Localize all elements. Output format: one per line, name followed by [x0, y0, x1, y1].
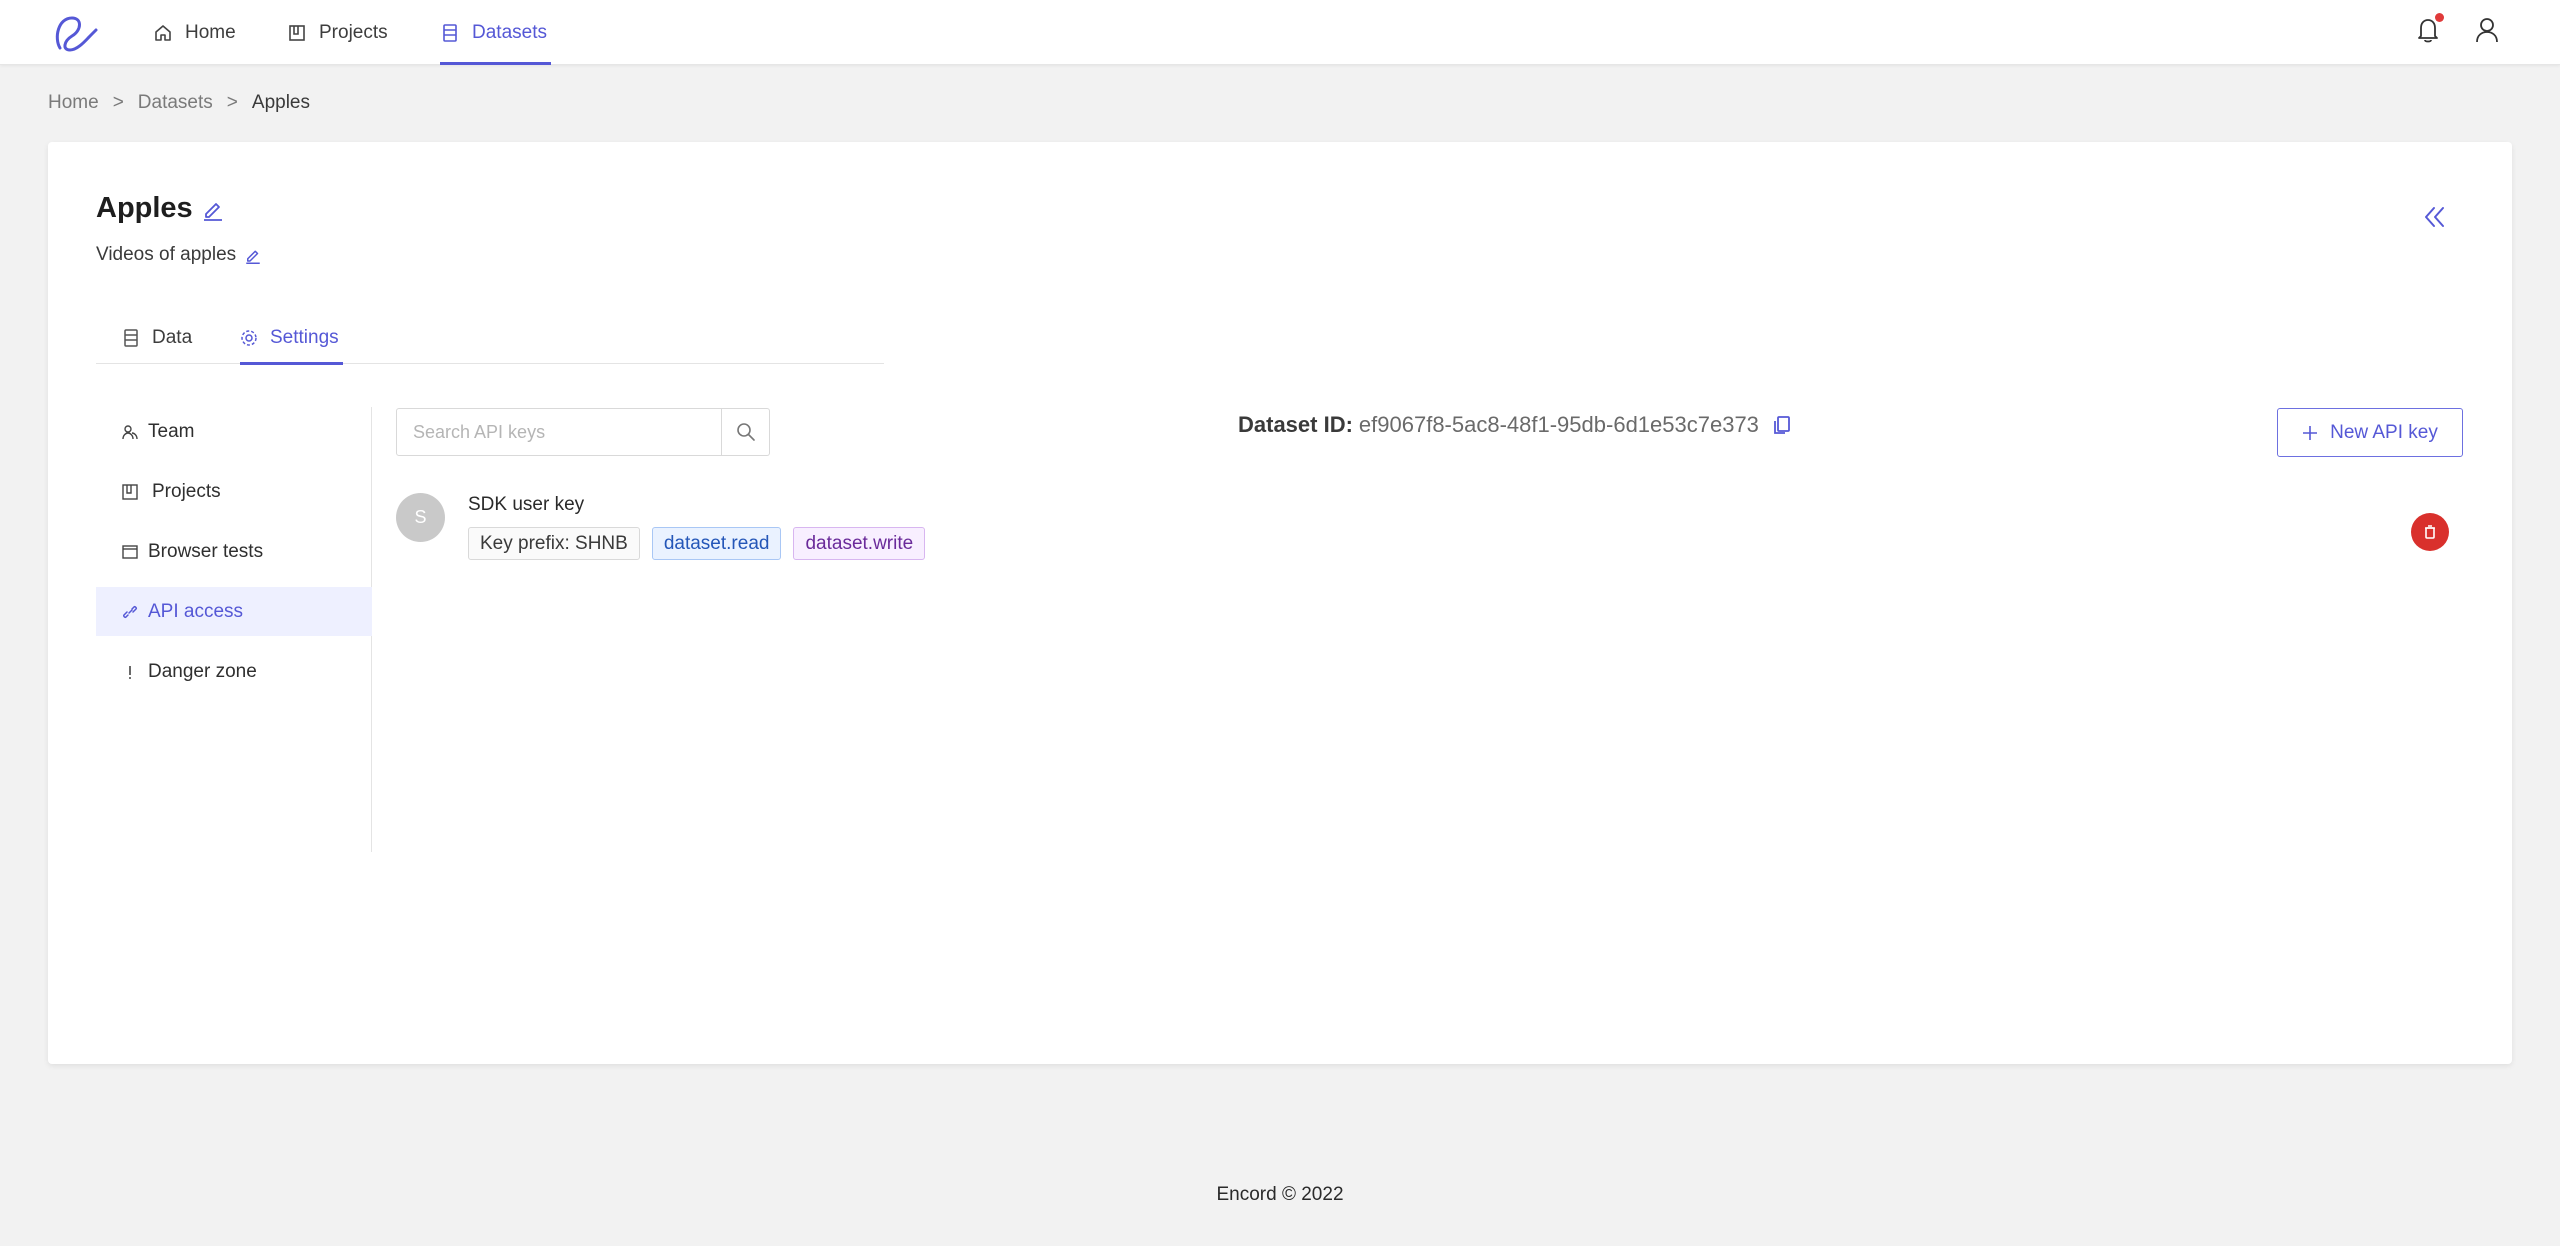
footer: Encord © 2022: [0, 1184, 2560, 1206]
footer-text: Encord © 2022: [1216, 1184, 1344, 1205]
nav-datasets[interactable]: Datasets: [440, 0, 551, 65]
side-item-label: Projects: [152, 480, 221, 502]
dataset-description: Videos of apples: [96, 244, 262, 266]
link-icon: [123, 605, 137, 618]
avatar: S: [396, 493, 445, 542]
top-navbar: Home Projects Datasets: [0, 0, 2560, 65]
edit-description-icon[interactable]: [244, 246, 262, 264]
settings-side-menu: Team Projects Browser tests API access D…: [96, 407, 372, 852]
search-input[interactable]: [396, 408, 722, 456]
tab-settings-label: Settings: [270, 327, 339, 348]
side-item-label: Team: [148, 420, 195, 442]
breadcrumb-separator: >: [112, 92, 124, 113]
nav-projects[interactable]: Projects: [287, 0, 388, 65]
projects-icon: [289, 24, 305, 41]
search-icon: [736, 423, 755, 441]
search-button[interactable]: [722, 408, 770, 456]
dataset-title-text: Apples: [96, 192, 193, 224]
api-key-name: SDK user key: [468, 494, 585, 515]
new-api-key-button[interactable]: New API key: [2277, 408, 2463, 457]
dataset-description-text: Videos of apples: [96, 244, 237, 265]
notification-dot: [2435, 13, 2444, 22]
api-key-search: [396, 408, 770, 456]
tab-data[interactable]: Data: [122, 312, 192, 364]
edit-title-icon[interactable]: [201, 197, 225, 221]
delete-api-key-button[interactable]: [2411, 513, 2449, 551]
encord-logo[interactable]: [52, 10, 102, 56]
dataset-id-label: Dataset ID:: [1238, 412, 1353, 437]
scope-tag-read: dataset.read: [651, 527, 782, 560]
exclamation-icon: [129, 665, 131, 679]
datasets-icon: [443, 23, 457, 42]
trash-icon: [2425, 525, 2435, 539]
breadcrumb-datasets[interactable]: Datasets: [138, 92, 213, 114]
collapse-panel-icon[interactable]: [2422, 204, 2448, 230]
side-item-projects[interactable]: Projects: [96, 467, 372, 516]
nav-home-label: Home: [185, 21, 236, 43]
breadcrumb-current: Apples: [251, 92, 310, 113]
tab-settings[interactable]: Settings: [240, 312, 343, 365]
dataset-title: Apples: [96, 192, 225, 225]
copy-icon[interactable]: [1771, 414, 1793, 436]
team-icon: [122, 424, 138, 439]
dataset-id: Dataset ID: ef9067f8-5ac8-48f1-95db-6d1e…: [1238, 412, 1793, 438]
breadcrumb-home[interactable]: Home: [48, 92, 99, 114]
plus-icon: [2303, 425, 2318, 440]
side-item-api-access[interactable]: API access: [96, 587, 372, 636]
data-icon: [124, 329, 138, 347]
side-item-danger-zone[interactable]: Danger zone: [96, 647, 372, 696]
breadcrumb-separator: >: [226, 92, 238, 113]
dataset-card: Apples Videos of apples Data Settings Te…: [48, 142, 2512, 1064]
browser-icon: [122, 544, 138, 559]
dataset-id-value: ef9067f8-5ac8-48f1-95db-6d1e53c7e373: [1358, 412, 1759, 437]
dataset-tabs: Data Settings: [96, 312, 884, 365]
side-item-browser-tests[interactable]: Browser tests: [96, 527, 372, 576]
nav-home[interactable]: Home: [153, 0, 236, 65]
new-api-key-label: New API key: [2330, 421, 2438, 443]
tab-data-label: Data: [152, 327, 193, 348]
nav-projects-label: Projects: [319, 21, 388, 43]
home-icon: [155, 24, 171, 41]
side-item-label: Danger zone: [148, 660, 257, 682]
side-item-label: API access: [148, 600, 244, 622]
api-key-tags: Key prefix: SHNB dataset.read dataset.wr…: [468, 527, 926, 560]
projects-icon: [122, 483, 138, 500]
key-prefix-tag: Key prefix: SHNB: [468, 527, 640, 560]
user-avatar-icon[interactable]: [2474, 16, 2500, 44]
gear-icon: [241, 330, 257, 346]
breadcrumb: Home > Datasets > Apples: [48, 92, 310, 114]
side-item-label: Browser tests: [148, 540, 264, 562]
scope-tag-write: dataset.write: [793, 527, 926, 560]
side-item-team[interactable]: Team: [96, 407, 372, 456]
nav-datasets-label: Datasets: [472, 21, 547, 43]
